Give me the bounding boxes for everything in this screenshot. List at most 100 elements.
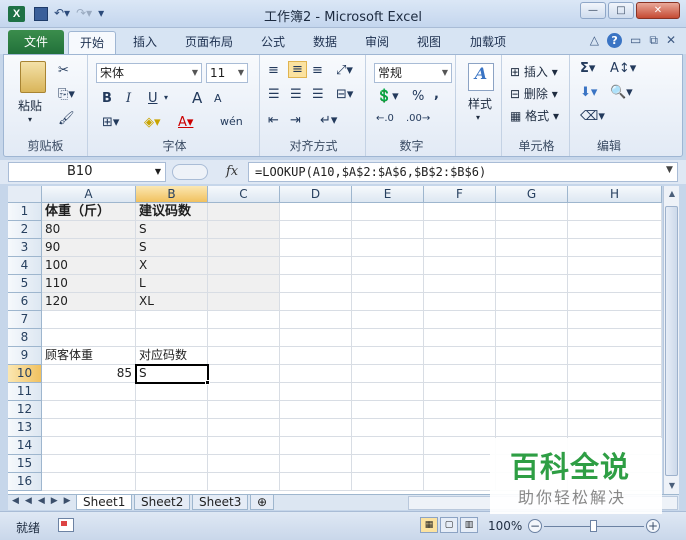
cut-icon[interactable]: ✂ [58,63,69,78]
cell-g7[interactable] [496,311,568,329]
accounting-format-icon[interactable]: 💲▾ [376,89,399,104]
cell-f2[interactable] [424,221,496,239]
insert-cells-button[interactable]: ⊞ 插入 ▾ [510,63,558,80]
cell-g1[interactable] [496,203,568,221]
sheet-tab-1[interactable]: Sheet1 [76,495,133,510]
cell-b6[interactable]: XL [136,293,208,311]
column-header-f[interactable]: F [424,186,496,203]
row-header-5[interactable]: 5 [8,275,42,293]
tab-insert[interactable]: 插入 [124,31,166,54]
cell-h12[interactable] [568,401,662,419]
paste-icon[interactable] [20,61,46,93]
underline-button[interactable]: U [148,91,158,106]
cell-c15[interactable] [208,455,280,473]
workbook-minimize-icon[interactable]: ▭ [630,33,641,48]
cell-b7[interactable] [136,311,208,329]
cell-a3[interactable]: 90 [42,239,136,257]
cell-b9[interactable]: 对应码数 [136,347,208,365]
align-left-icon[interactable]: ☰ [268,87,280,102]
cell-f9[interactable] [424,347,496,365]
cell-f11[interactable] [424,383,496,401]
cell-d14[interactable] [280,437,352,455]
minimize-ribbon-icon[interactable]: △ [590,33,599,48]
orientation-icon[interactable]: ⤢▾ [336,63,353,78]
name-box[interactable]: B10 ▼ [8,162,166,182]
zoom-knob[interactable] [590,520,597,532]
row-header-9[interactable]: 9 [8,347,42,365]
zoom-level[interactable]: 100% [488,519,522,533]
cell-h13[interactable] [568,419,662,437]
cell-c5[interactable] [208,275,280,293]
find-select-icon[interactable]: 🔍▾ [610,85,633,100]
cell-h10[interactable] [568,365,662,383]
cell-h3[interactable] [568,239,662,257]
percent-style-button[interactable]: % [412,89,424,104]
merge-center-icon[interactable]: ⊟▾ [336,87,353,102]
cell-b8[interactable] [136,329,208,347]
decrease-decimal-icon[interactable]: .00→ [406,113,430,124]
page-break-view-icon[interactable]: ▥ [460,517,478,533]
scroll-down-icon[interactable]: ▼ [664,478,680,494]
cell-a4[interactable]: 100 [42,257,136,275]
cell-e9[interactable] [352,347,424,365]
macro-record-icon[interactable] [58,518,74,532]
row-header-4[interactable]: 4 [8,257,42,275]
cell-e12[interactable] [352,401,424,419]
row-header-2[interactable]: 2 [8,221,42,239]
cell-e7[interactable] [352,311,424,329]
cell-f4[interactable] [424,257,496,275]
fill-handle[interactable] [205,380,210,385]
cell-c12[interactable] [208,401,280,419]
paste-button[interactable]: 粘贴 [18,97,42,114]
cell-d11[interactable] [280,383,352,401]
sort-filter-icon[interactable]: A↕▾ [610,61,636,76]
help-icon[interactable]: ? [607,33,623,48]
tab-review[interactable]: 审阅 [356,31,398,54]
row-header-3[interactable]: 3 [8,239,42,257]
zoom-in-icon[interactable]: + [646,519,660,533]
row-header-11[interactable]: 11 [8,383,42,401]
cell-c16[interactable] [208,473,280,491]
tab-add-ins[interactable]: 加载项 [460,31,516,54]
cell-h2[interactable] [568,221,662,239]
format-cells-button[interactable]: ▦ 格式 ▾ [510,107,559,124]
column-header-c[interactable]: C [208,186,280,203]
cell-c2[interactable] [208,221,280,239]
cell-g6[interactable] [496,293,568,311]
cell-c10[interactable] [208,365,280,383]
styles-arrow-icon[interactable]: ▾ [476,113,480,122]
tab-page-layout[interactable]: 页面布局 [178,31,240,54]
cell-f5[interactable] [424,275,496,293]
row-header-8[interactable]: 8 [8,329,42,347]
cell-h1[interactable] [568,203,662,221]
workbook-close-icon[interactable]: ✕ [666,33,676,48]
styles-icon[interactable]: A [468,63,494,91]
expand-formula-icon[interactable]: ▼ [666,165,673,175]
cell-c4[interactable] [208,257,280,275]
cell-b14[interactable] [136,437,208,455]
cell-a2[interactable]: 80 [42,221,136,239]
increase-indent-icon[interactable]: ⇥ [290,113,301,128]
cell-d9[interactable] [280,347,352,365]
cell-a16[interactable] [42,473,136,491]
cell-g3[interactable] [496,239,568,257]
cell-e11[interactable] [352,383,424,401]
phonetic-guide-button[interactable]: wén [220,115,243,128]
formula-bar-splitter[interactable] [172,164,208,180]
cell-b1[interactable]: 建议码数 [136,203,208,221]
cell-f8[interactable] [424,329,496,347]
cell-c9[interactable] [208,347,280,365]
cell-g2[interactable] [496,221,568,239]
cell-a9[interactable]: 顾客体重 [42,347,136,365]
cell-d1[interactable] [280,203,352,221]
shrink-font-button[interactable]: A [214,92,222,105]
cell-d8[interactable] [280,329,352,347]
cell-g4[interactable] [496,257,568,275]
formula-input[interactable]: =LOOKUP(A10,$A$2:$A$6,$B$2:$B$6) [248,162,678,182]
cell-c14[interactable] [208,437,280,455]
cell-h11[interactable] [568,383,662,401]
vertical-scrollbar[interactable]: ▲ ▼ [663,186,679,494]
cell-e10[interactable] [352,365,424,383]
cell-f12[interactable] [424,401,496,419]
cell-d2[interactable] [280,221,352,239]
